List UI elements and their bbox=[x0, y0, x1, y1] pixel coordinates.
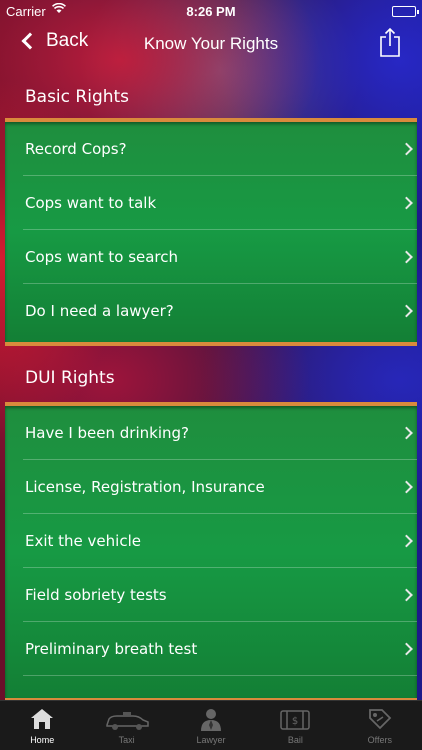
list-item-cops-want-to-search[interactable]: Cops want to search bbox=[5, 230, 417, 284]
list-item-license-registration-insurance[interactable]: License, Registration, Insurance bbox=[5, 460, 417, 514]
tab-label: Home bbox=[30, 735, 55, 745]
tab-label: Offers bbox=[367, 735, 392, 745]
home-icon bbox=[31, 709, 54, 729]
tab-label: Bail bbox=[287, 735, 303, 745]
list-item-label: Cops want to talk bbox=[25, 194, 157, 212]
list-item-preliminary-breath-test[interactable]: Preliminary breath test bbox=[5, 622, 417, 676]
chevron-right-icon bbox=[400, 142, 413, 156]
taxi-icon bbox=[105, 712, 149, 730]
section-panel-dui-rights: Have I been drinking? License, Registrat… bbox=[5, 402, 417, 702]
tab-label: Lawyer bbox=[196, 735, 226, 745]
svg-text:$: $ bbox=[292, 716, 298, 727]
share-button[interactable] bbox=[378, 26, 402, 58]
chevron-right-icon bbox=[400, 588, 413, 602]
list-item-label: Field sobriety tests bbox=[25, 586, 167, 604]
list-item-been-drinking[interactable]: Have I been drinking? bbox=[5, 406, 417, 460]
section-panel-basic-rights: Record Cops? Cops want to talk Cops want… bbox=[5, 118, 417, 346]
battery-icon bbox=[392, 6, 419, 17]
tab-label: Taxi bbox=[118, 735, 135, 745]
list-item-exit-vehicle[interactable]: Exit the vehicle bbox=[5, 514, 417, 568]
list-item-label: License, Registration, Insurance bbox=[25, 478, 265, 496]
tab-taxi[interactable]: Taxi bbox=[84, 701, 168, 750]
clock: 8:26 PM bbox=[186, 4, 236, 19]
lawyer-icon bbox=[201, 709, 222, 731]
share-icon bbox=[380, 27, 400, 57]
list-item-field-sobriety-tests[interactable]: Field sobriety tests bbox=[5, 568, 417, 622]
chevron-right-icon bbox=[400, 196, 413, 210]
offers-icon bbox=[368, 709, 392, 730]
list-item-label: Cops want to search bbox=[25, 248, 179, 266]
list-item-label: Have I been drinking? bbox=[25, 424, 189, 442]
chevron-right-icon bbox=[400, 642, 413, 656]
tab-lawyer[interactable]: Lawyer bbox=[169, 701, 253, 750]
section-header-dui-rights: DUI Rights bbox=[25, 368, 115, 388]
list-item-record-cops[interactable]: Record Cops? bbox=[5, 122, 417, 176]
list-item-label: Preliminary breath test bbox=[25, 640, 198, 658]
chevron-right-icon bbox=[400, 480, 413, 494]
navigation-bar: Back Know Your Rights bbox=[0, 22, 422, 66]
list-item-cops-want-to-talk[interactable]: Cops want to talk bbox=[5, 176, 417, 230]
tab-bail[interactable]: $ Bail bbox=[253, 701, 337, 750]
chevron-right-icon bbox=[400, 250, 413, 264]
page-title: Know Your Rights bbox=[143, 34, 279, 53]
chevron-right-icon bbox=[400, 534, 413, 548]
chevron-right-icon bbox=[400, 426, 413, 440]
list-item-need-a-lawyer[interactable]: Do I need a lawyer? bbox=[5, 284, 417, 338]
list-item-label: Exit the vehicle bbox=[25, 532, 141, 550]
chevron-right-icon bbox=[400, 304, 413, 318]
tab-bar: Home Taxi Lawyer $ Bail Offers bbox=[0, 700, 422, 750]
section-header-basic-rights: Basic Rights bbox=[25, 87, 130, 107]
tab-home[interactable]: Home bbox=[0, 701, 84, 750]
list-item-label: Do I need a lawyer? bbox=[25, 302, 174, 320]
list-item-label: Record Cops? bbox=[25, 140, 127, 158]
bail-icon: $ bbox=[280, 710, 311, 730]
tab-offers[interactable]: Offers bbox=[338, 701, 422, 750]
status-bar: Carrier 8:26 PM bbox=[0, 0, 422, 22]
